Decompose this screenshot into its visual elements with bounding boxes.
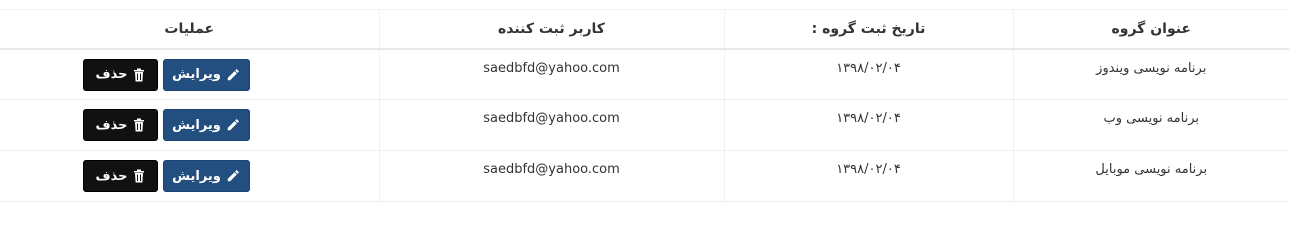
delete-button[interactable]: حذف <box>82 160 158 192</box>
header-title: عنوان گروه <box>1012 9 1289 50</box>
table-header: عنوان گروه تاریخ ثبت گروه : کاربر ثبت کن… <box>0 9 1289 50</box>
cell-title: برنامه نویسی ویندوز <box>1012 48 1289 100</box>
cell-title: برنامه نویسی وب <box>1012 99 1289 151</box>
edit-button-label: ویرایش <box>172 67 221 82</box>
edit-button-label: ویرایش <box>172 117 221 133</box>
header-user: کاربر ثبت کننده <box>378 9 724 50</box>
cell-date: ۱۳۹۸/۰۲/۰۴ <box>723 48 1013 100</box>
cell-date: ۱۳۹۸/۰۲/۰۴ <box>723 99 1013 151</box>
delete-button-label: حذف <box>95 67 128 82</box>
groups-table-container: عنوان گروه تاریخ ثبت گروه : کاربر ثبت کن… <box>0 9 1289 202</box>
edit-button[interactable]: ویرایش <box>162 160 250 192</box>
cell-user: saedbfd@yahoo.com <box>378 150 724 202</box>
cell-title: برنامه نویسی موبایل <box>1012 150 1289 202</box>
edit-button[interactable]: ویرایش <box>162 58 250 91</box>
delete-button-label: حذف <box>95 168 128 184</box>
cell-operations: ویرایش حذف <box>0 48 379 100</box>
cell-operations: ویرایش حذف <box>0 99 379 151</box>
pencil-icon <box>227 68 239 80</box>
pencil-icon <box>227 119 239 131</box>
delete-button[interactable]: حذف <box>82 58 158 91</box>
header-date: تاریخ ثبت گروه : <box>723 9 1013 50</box>
edit-button[interactable]: ویرایش <box>162 109 250 141</box>
trash-icon <box>133 68 144 81</box>
header-row: عنوان گروه تاریخ ثبت گروه : کاربر ثبت کن… <box>0 9 1289 50</box>
delete-button[interactable]: حذف <box>82 109 158 141</box>
cell-date: ۱۳۹۸/۰۲/۰۴ <box>723 150 1013 202</box>
delete-button-label: حذف <box>95 117 128 133</box>
groups-table: عنوان گروه تاریخ ثبت گروه : کاربر ثبت کن… <box>0 9 1289 202</box>
edit-button-label: ویرایش <box>172 168 221 184</box>
table-row: برنامه نویسی ویندوز ۱۳۹۸/۰۲/۰۴ saedbfd@y… <box>0 48 1289 100</box>
cell-user: saedbfd@yahoo.com <box>378 48 724 100</box>
trash-icon <box>133 169 144 183</box>
cell-operations: ویرایش حذف <box>0 150 379 202</box>
table-row: برنامه نویسی موبایل ۱۳۹۸/۰۲/۰۴ saedbfd@y… <box>0 150 1289 202</box>
pencil-icon <box>227 170 239 182</box>
header-operations: عملیات <box>0 9 379 50</box>
table-body: برنامه نویسی ویندوز ۱۳۹۸/۰۲/۰۴ saedbfd@y… <box>0 48 1289 202</box>
trash-icon <box>133 118 144 132</box>
cell-user: saedbfd@yahoo.com <box>378 99 724 151</box>
table-row: برنامه نویسی وب ۱۳۹۸/۰۲/۰۴ saedbfd@yahoo… <box>0 99 1289 151</box>
